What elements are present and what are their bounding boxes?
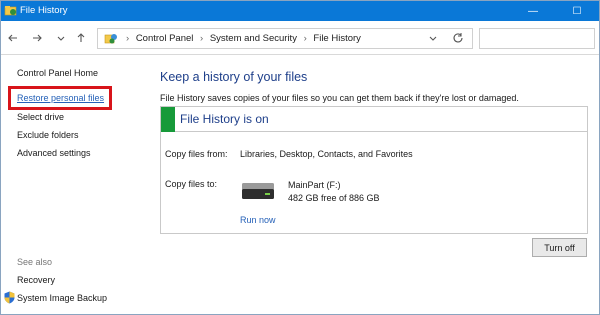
up-button[interactable] xyxy=(73,30,89,46)
main-content: Keep a history of your files File Histor… xyxy=(151,56,599,314)
chevron-down-icon xyxy=(429,36,437,41)
status-indicator xyxy=(161,107,175,132)
recent-locations-button[interactable] xyxy=(53,30,69,46)
sidebar-item-select-drive[interactable]: Select drive xyxy=(17,112,64,122)
control-panel-icon xyxy=(104,34,117,44)
sidebar: Control Panel Home Restore personal file… xyxy=(1,56,151,314)
minimize-button[interactable]: — xyxy=(511,1,555,21)
address-bar[interactable]: › Control Panel › System and Security › … xyxy=(97,28,473,49)
title-bar: File History — ☐ xyxy=(1,1,599,21)
turn-off-button[interactable]: Turn off xyxy=(532,238,587,257)
see-also-label: See also xyxy=(17,257,53,267)
run-now-link[interactable]: Run now xyxy=(240,215,276,225)
forward-arrow-icon xyxy=(33,34,42,42)
breadcrumb-file-history[interactable]: File History xyxy=(313,33,361,44)
breadcrumb-separator: › xyxy=(126,33,130,44)
see-also-system-image-backup-link[interactable]: System Image Backup xyxy=(17,293,107,303)
back-button[interactable] xyxy=(5,30,21,46)
sidebar-item-advanced-settings[interactable]: Advanced settings xyxy=(17,148,91,158)
hard-drive-icon xyxy=(242,183,274,199)
breadcrumb-control-panel[interactable]: Control Panel xyxy=(136,33,194,44)
breadcrumb: › Control Panel › System and Security › … xyxy=(122,33,361,44)
address-dropdown-button[interactable] xyxy=(428,32,438,47)
navigation-bar: › Control Panel › System and Security › … xyxy=(1,21,599,55)
copy-from-label: Copy files from: xyxy=(165,149,228,159)
status-header: File History is on xyxy=(161,107,587,132)
forward-button[interactable] xyxy=(29,30,45,46)
sidebar-item-restore-personal-files[interactable]: Restore personal files xyxy=(17,93,104,103)
status-panel: File History is on Copy files from: Libr… xyxy=(160,106,588,234)
breadcrumb-separator: › xyxy=(303,33,307,44)
copy-to-label: Copy files to: xyxy=(165,179,218,189)
control-panel-home-link[interactable]: Control Panel Home xyxy=(17,68,98,78)
search-input[interactable] xyxy=(479,28,595,49)
breadcrumb-separator: › xyxy=(200,33,204,44)
status-text: File History is on xyxy=(180,112,269,126)
up-arrow-icon xyxy=(77,33,85,42)
refresh-icon xyxy=(453,33,463,43)
page-description: File History saves copies of your files … xyxy=(160,93,519,103)
maximize-button[interactable]: ☐ xyxy=(555,1,599,21)
page-title: Keep a history of your files xyxy=(160,70,308,84)
uac-shield-icon xyxy=(4,291,15,304)
copy-from-value: Libraries, Desktop, Contacts, and Favori… xyxy=(240,149,413,159)
drive-name: MainPart (F:) xyxy=(288,180,341,190)
file-history-app-icon xyxy=(4,6,17,16)
window-title: File History xyxy=(20,5,68,16)
sidebar-item-exclude-folders[interactable]: Exclude folders xyxy=(17,130,79,140)
file-history-window: File History — ☐ › Control Panel › Syste… xyxy=(0,0,600,315)
chevron-down-icon xyxy=(57,36,65,41)
drive-space: 482 GB free of 886 GB xyxy=(288,193,380,203)
breadcrumb-system-and-security[interactable]: System and Security xyxy=(210,33,297,44)
see-also-recovery-link[interactable]: Recovery xyxy=(17,275,55,285)
refresh-button[interactable] xyxy=(452,31,464,48)
back-arrow-icon xyxy=(8,34,17,42)
